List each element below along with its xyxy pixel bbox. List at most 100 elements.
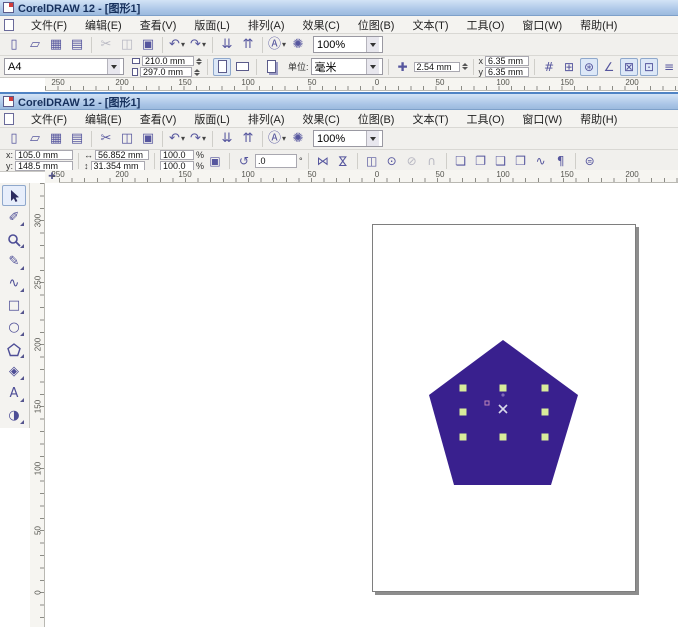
save-button[interactable]: ▦ <box>46 35 66 54</box>
text-tool[interactable]: A <box>2 383 26 404</box>
selection-handle[interactable] <box>541 384 549 392</box>
document-window-icon[interactable] <box>4 18 14 31</box>
scale-x-field[interactable]: 100.0 <box>160 150 195 160</box>
combo-arrow[interactable] <box>107 59 120 74</box>
export-button[interactable]: ⇈ <box>238 35 258 54</box>
vertical-ruler[interactable]: 300 250 200 150 100 50 0 <box>30 183 45 627</box>
selection-handle[interactable] <box>499 433 507 441</box>
combo-arrow[interactable] <box>366 37 380 52</box>
zoom-level-combo[interactable]: 100% <box>313 36 384 53</box>
save-button[interactable]: ▦ <box>46 129 66 148</box>
menu-text[interactable]: 文本(T) <box>403 15 457 35</box>
pick-tool[interactable] <box>2 185 26 206</box>
menu-file[interactable]: 文件(F) <box>22 15 76 35</box>
pentagon-shape[interactable] <box>429 340 578 485</box>
copy-button[interactable]: ◫ <box>117 35 137 54</box>
menu-tools[interactable]: 工具(O) <box>458 15 514 35</box>
combo-arrow[interactable] <box>366 131 380 146</box>
paper-type-combo[interactable]: A4 <box>4 58 124 75</box>
mirror-horizontal-button[interactable]: ⋈ <box>314 152 332 170</box>
pick-box-button[interactable]: ⊡ <box>640 57 659 76</box>
combo-arrow[interactable] <box>365 59 379 74</box>
spinner[interactable] <box>196 57 202 65</box>
export-button[interactable]: ⇈ <box>238 129 258 148</box>
menu-layout[interactable]: 版面(L) <box>185 109 238 129</box>
zoom-tool[interactable] <box>2 229 26 250</box>
nudge-offset-field[interactable]: 2.54 mm <box>413 61 460 72</box>
menu-edit[interactable]: 编辑(E) <box>76 15 131 35</box>
corel-online-button[interactable]: ✺ <box>288 129 308 148</box>
lock-ratio-button[interactable]: ▣ <box>206 152 224 170</box>
import-button[interactable]: ⇊ <box>217 129 237 148</box>
menu-layout[interactable]: 版面(L) <box>185 15 238 35</box>
paper-height-field[interactable]: 297.0 mm <box>140 67 192 77</box>
undo-button[interactable]: ↶ ▾ <box>167 35 187 54</box>
menu-arrange[interactable]: 排列(A) <box>239 15 294 35</box>
open-button[interactable]: ▱ <box>25 35 45 54</box>
to-front-button[interactable]: ❏ <box>452 152 470 170</box>
menu-effects[interactable]: 效果(C) <box>294 109 349 129</box>
paste-button[interactable]: ▣ <box>138 129 158 148</box>
canvas[interactable] <box>45 183 678 627</box>
app-launcher-button[interactable]: Ⓐ ▾ <box>267 129 287 148</box>
menu-window[interactable]: 窗口(W) <box>513 109 571 129</box>
menu-view[interactable]: 查看(V) <box>131 109 186 129</box>
menu-help[interactable]: 帮助(H) <box>571 109 626 129</box>
portrait-button[interactable] <box>213 57 231 76</box>
open-button[interactable]: ▱ <box>25 129 45 148</box>
menu-help[interactable]: 帮助(H) <box>571 15 626 35</box>
freehand-tool[interactable]: ✎ <box>2 251 26 272</box>
basic-shapes-tool[interactable]: ◈ <box>2 361 26 382</box>
menu-window[interactable]: 窗口(W) <box>513 15 571 35</box>
cut-button[interactable]: ✂ <box>96 35 116 54</box>
dynamic-guides-button[interactable]: ∠ <box>600 58 618 76</box>
all-pages-button[interactable] <box>262 58 280 76</box>
undo-button[interactable]: ↶ ▾ <box>167 129 187 148</box>
duplicate-x-field[interactable]: 6.35 mm <box>485 56 530 66</box>
print-button[interactable]: ▤ <box>67 35 87 54</box>
duplicate-y-field[interactable]: 6.35 mm <box>485 67 530 77</box>
selection-handle[interactable] <box>459 408 467 416</box>
back-one-button[interactable]: ❒ <box>512 152 530 170</box>
forward-one-button[interactable]: ❑ <box>492 152 510 170</box>
rectangle-tool[interactable]: □ <box>2 295 26 316</box>
selection-handle[interactable] <box>499 384 507 392</box>
menu-arrange[interactable]: 排列(A) <box>239 109 294 129</box>
zoom-level-combo[interactable]: 100% <box>313 130 384 147</box>
paper-width-field[interactable]: 210.0 mm <box>142 56 194 66</box>
units-combo[interactable]: 毫米 <box>310 58 383 75</box>
snap-objects-button[interactable]: ⊛ <box>580 57 599 76</box>
menu-text[interactable]: 文本(T) <box>403 109 457 129</box>
app-launcher-button[interactable]: Ⓐ ▾ <box>267 35 287 54</box>
paste-button[interactable]: ▣ <box>138 35 158 54</box>
options-button[interactable]: ≡ <box>660 58 678 76</box>
spinner[interactable] <box>194 68 200 76</box>
cut-button[interactable]: ✂ <box>96 129 116 148</box>
horizontal-ruler-2[interactable]: 250 200 150 100 50 0 50 100 150 200 <box>51 170 678 183</box>
selection-handle[interactable] <box>459 384 467 392</box>
ellipse-tool[interactable]: ○ <box>2 317 26 338</box>
new-button[interactable]: ▯ <box>4 35 24 54</box>
copy-button[interactable]: ◫ <box>117 129 137 148</box>
print-button[interactable]: ▤ <box>67 129 87 148</box>
object-width-field[interactable]: 56.852 mm <box>95 150 150 160</box>
polygon-tool[interactable] <box>2 339 26 360</box>
trim-button[interactable]: ⊘ <box>403 152 421 170</box>
menu-bitmaps[interactable]: 位图(B) <box>349 15 404 35</box>
treat-as-filled-button[interactable]: ⊠ <box>620 57 639 76</box>
fill-tool[interactable]: ◑ <box>2 405 26 426</box>
convert-to-curves-button[interactable]: ∿ <box>532 152 550 170</box>
intersect-button[interactable]: ∩ <box>423 152 441 170</box>
redo-button[interactable]: ↷ ▾ <box>188 129 208 148</box>
document-window-icon[interactable] <box>4 112 14 125</box>
menu-view[interactable]: 查看(V) <box>131 15 186 35</box>
menu-tools[interactable]: 工具(O) <box>458 109 514 129</box>
selection-handle[interactable] <box>459 433 467 441</box>
to-back-button[interactable]: ❐ <box>472 152 490 170</box>
smart-drawing-tool[interactable]: ∿ <box>2 273 26 294</box>
weld-button[interactable]: ⊙ <box>383 152 401 170</box>
shape-tool[interactable]: ✐ <box>2 207 26 228</box>
menu-edit[interactable]: 编辑(E) <box>76 109 131 129</box>
snap-grid-button[interactable]: # <box>540 58 558 76</box>
landscape-button[interactable] <box>233 58 251 76</box>
